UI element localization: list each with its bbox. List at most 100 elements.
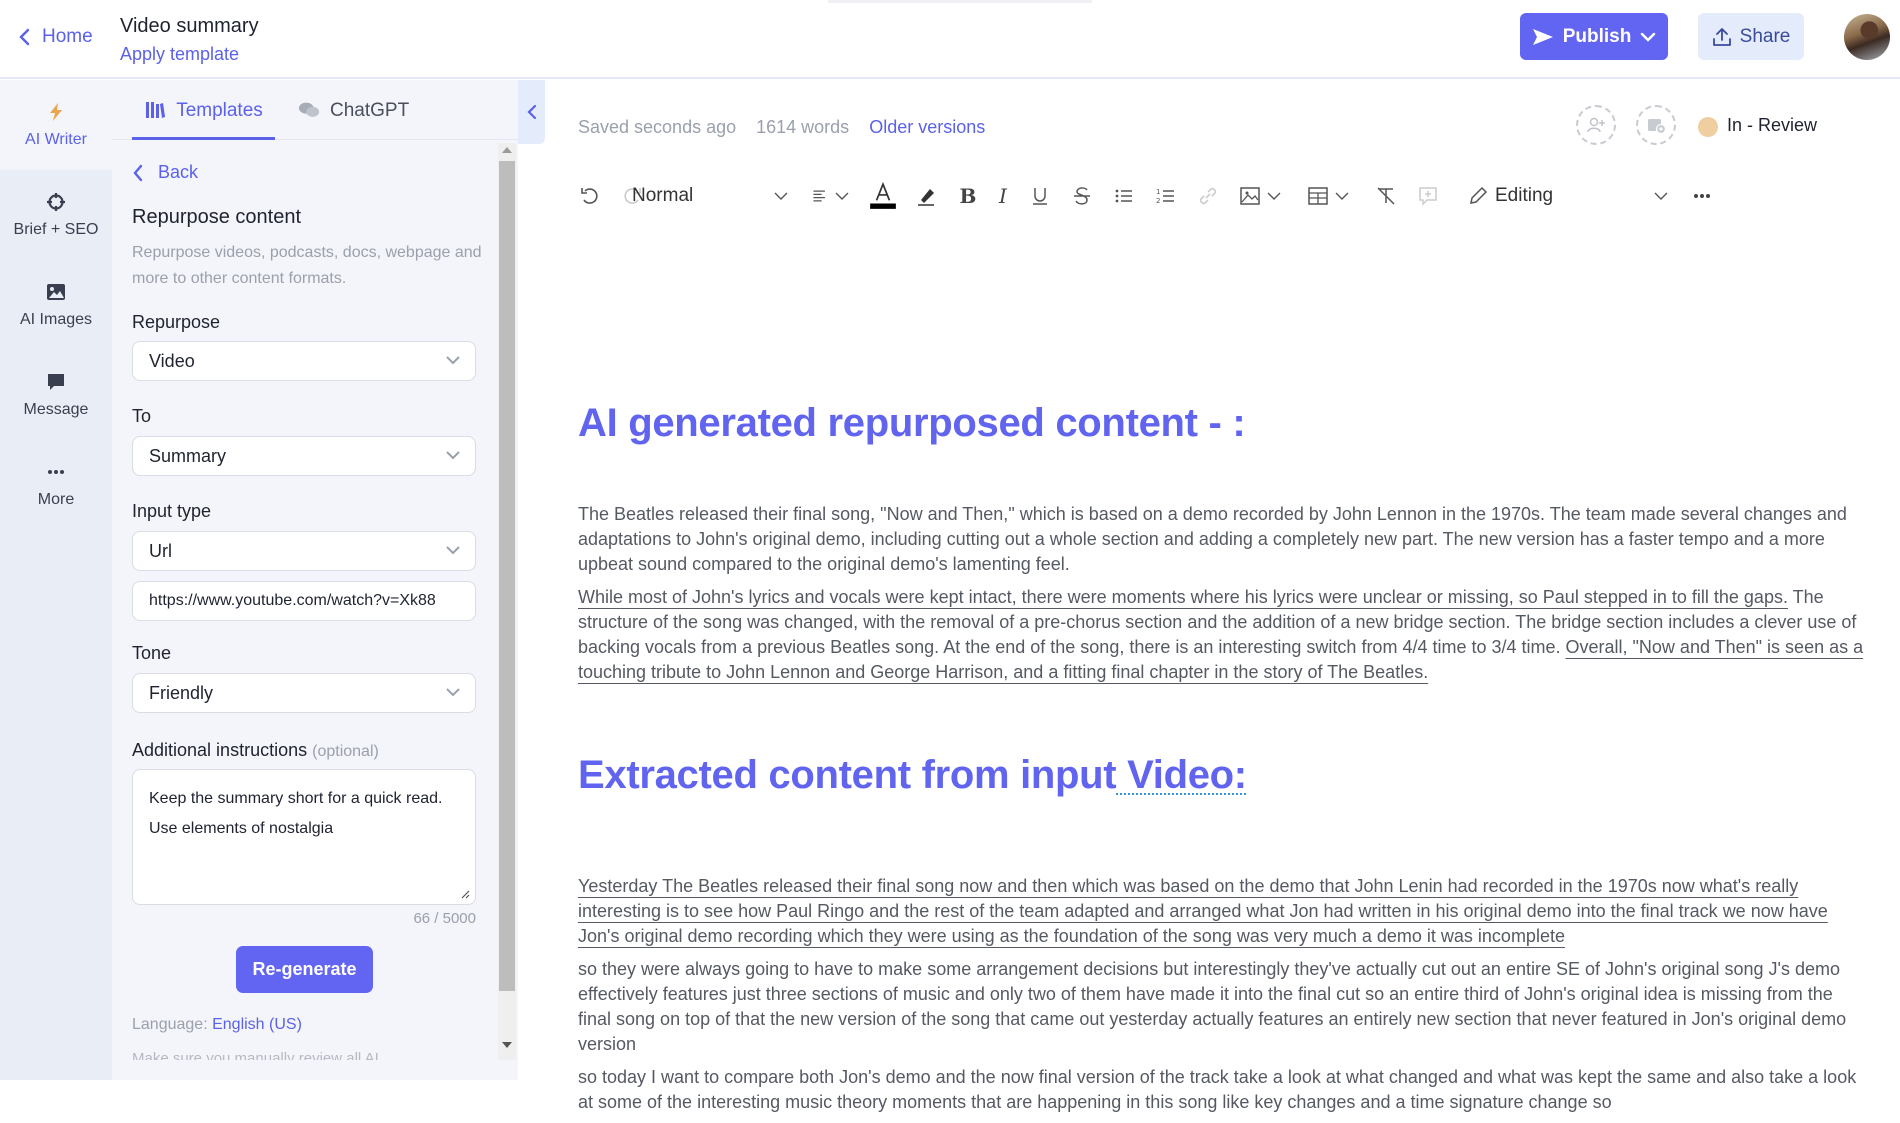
formatting-toolbar: Normal B I 12 Editing [567, 176, 1727, 216]
instructions-wrapper [132, 769, 476, 905]
undo-button[interactable] [577, 182, 603, 210]
chevron-left-icon [133, 164, 143, 181]
paragraph-style-select[interactable]: Normal [632, 182, 762, 210]
insert-image-button[interactable] [1237, 182, 1283, 210]
table-icon [1308, 187, 1328, 205]
paragraph: so they were always going to have to mak… [578, 959, 1847, 1054]
older-versions-link[interactable]: Older versions [869, 117, 985, 138]
add-comment-button[interactable] [1415, 182, 1441, 210]
to-select[interactable]: Summary [132, 436, 476, 476]
italic-icon: I [999, 184, 1007, 208]
more-dots-icon [48, 469, 64, 474]
pencil-icon [1470, 186, 1488, 204]
editing-mode-dropdown[interactable] [1652, 182, 1670, 210]
insert-table-button[interactable] [1305, 182, 1351, 210]
spelling-suggestion[interactable]: Yesterday The Beatles released their fin… [578, 876, 1828, 946]
bullet-list-icon [1115, 189, 1132, 203]
more-horizontal-icon [1694, 194, 1710, 198]
character-count: 66 / 5000 [413, 910, 476, 927]
heading-ai-generated: AI generated repurposed content - : [578, 401, 1246, 445]
alignment-button[interactable] [807, 182, 853, 210]
language-selector[interactable]: English (US) [212, 1016, 302, 1033]
document-title[interactable]: Video summary [120, 15, 259, 38]
bold-icon: B [959, 184, 977, 208]
scroll-down-arrow-icon[interactable] [502, 1042, 512, 1048]
rail-item-ai-writer[interactable]: AI Writer [0, 80, 112, 170]
svg-text:1: 1 [1156, 188, 1160, 196]
collapse-panel-button[interactable] [518, 80, 545, 144]
panel-scrollbar[interactable] [498, 143, 516, 1060]
input-type-value: Url [149, 540, 172, 561]
instructions-textarea[interactable] [132, 769, 476, 905]
add-user-icon [1587, 117, 1605, 133]
user-avatar[interactable] [1844, 14, 1890, 60]
input-type-label: Input type [132, 501, 212, 521]
heading-text: Video: [1116, 753, 1247, 797]
repurpose-select[interactable]: Video [132, 341, 476, 381]
ai-disclaimer: Make sure you manually review all AI [132, 1050, 379, 1060]
chevron-down-icon [446, 546, 460, 555]
tab-templates[interactable]: Templates [132, 100, 275, 140]
editing-mode-value: Editing [1495, 185, 1554, 206]
left-rail: AI Writer Brief + SEO AI Images Message … [0, 80, 112, 1080]
text-color-icon [870, 181, 896, 209]
editing-mode-select[interactable]: Editing [1467, 182, 1567, 210]
link-button[interactable] [1195, 182, 1221, 210]
spelling-suggestion[interactable]: While most of John's lyrics and vocals w… [578, 587, 1788, 607]
highlighter-icon [918, 189, 934, 206]
rail-item-label: AI Writer [25, 130, 87, 148]
scroll-up-arrow-icon[interactable] [502, 147, 512, 153]
rail-item-message[interactable]: Message [0, 350, 112, 440]
underline-icon [1033, 188, 1047, 205]
numbered-list-icon: 12 [1156, 188, 1174, 205]
paragraph-style-dropdown[interactable] [772, 182, 790, 210]
tab-label: ChatGPT [330, 100, 410, 121]
tab-chatgpt[interactable]: ChatGPT [298, 100, 409, 140]
bold-button[interactable]: B [955, 182, 981, 210]
templates-panel: Templates ChatGPT Back Repurpose content… [112, 80, 518, 1080]
language-line: Language: English (US) [132, 1016, 302, 1034]
bullet-list-button[interactable] [1111, 182, 1137, 210]
more-options-button[interactable] [1690, 182, 1714, 210]
assign-user-button[interactable] [1576, 105, 1616, 145]
publish-button[interactable]: Publish [1520, 13, 1668, 60]
text-color-button[interactable] [869, 181, 897, 210]
chevron-left-icon [19, 28, 30, 46]
tone-select[interactable]: Friendly [132, 673, 476, 713]
rail-item-ai-images[interactable]: AI Images [0, 260, 112, 350]
numbered-list-button[interactable]: 12 [1153, 182, 1179, 210]
panel-tabs: Templates ChatGPT [112, 80, 518, 140]
clear-formatting-button[interactable] [1373, 182, 1399, 210]
apply-template-link[interactable]: Apply template [120, 44, 239, 65]
instructions-label-text: Additional instructions [132, 740, 308, 760]
rail-item-brief-seo[interactable]: Brief + SEO [0, 170, 112, 260]
home-link[interactable]: Home [18, 26, 93, 48]
underline-button[interactable] [1027, 182, 1053, 210]
url-input[interactable] [132, 581, 476, 621]
scroll-thumb[interactable] [499, 161, 515, 991]
calendar-add-icon [1648, 119, 1666, 135]
top-header: Home Video summary Apply template Publis… [0, 0, 1900, 79]
regenerate-button[interactable]: Re-generate [236, 946, 373, 993]
italic-button[interactable]: I [990, 182, 1016, 210]
word-count: 1614 words [756, 117, 850, 137]
share-button[interactable]: Share [1698, 13, 1804, 60]
svg-text:2: 2 [1156, 197, 1160, 205]
input-type-select[interactable]: Url [132, 531, 476, 571]
saved-status: Saved seconds ago [578, 117, 737, 137]
resize-grip-icon[interactable] [460, 889, 470, 899]
schedule-button[interactable] [1636, 105, 1676, 145]
highlight-button[interactable] [913, 182, 941, 210]
rail-item-more[interactable]: More [0, 440, 112, 530]
upload-icon [1712, 27, 1731, 46]
share-label: Share [1739, 25, 1791, 47]
repurpose-value: Video [149, 350, 195, 371]
workflow-status[interactable]: In - Review [1727, 115, 1817, 136]
strikethrough-button[interactable] [1069, 182, 1095, 210]
chat-bubbles-icon [298, 102, 320, 117]
paragraph: Yesterday The Beatles released their fin… [578, 874, 1868, 949]
document-body[interactable]: AI generated repurposed content - : The … [578, 260, 1868, 1123]
paragraph: The Beatles released their final song, "… [578, 504, 1847, 574]
back-button[interactable]: Back [132, 162, 198, 183]
chevron-down-icon [774, 192, 788, 200]
